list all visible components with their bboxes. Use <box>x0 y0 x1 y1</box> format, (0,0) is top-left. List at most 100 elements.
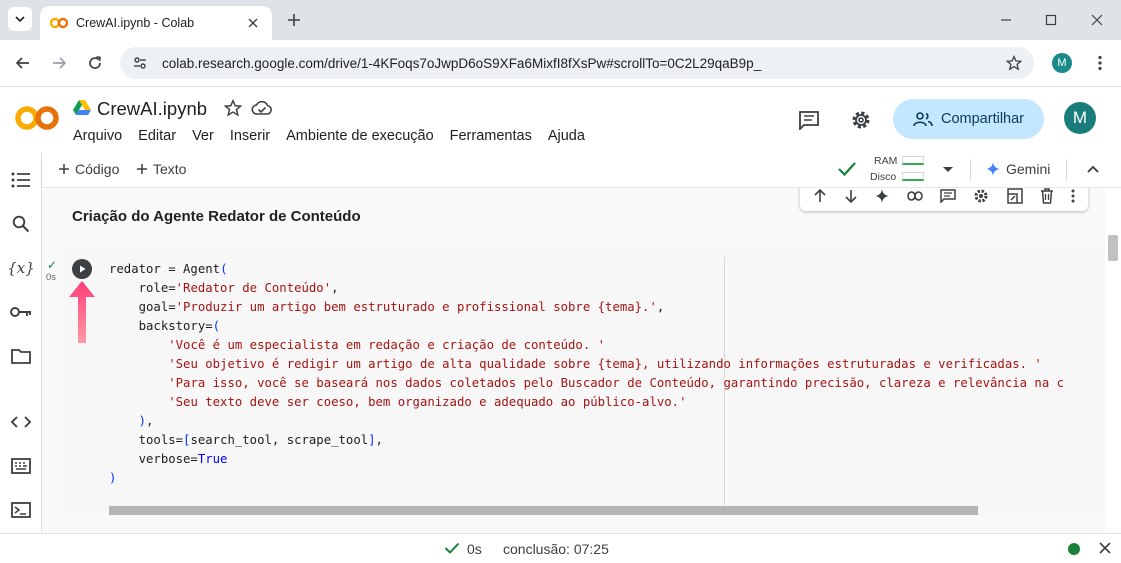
reload-icon[interactable] <box>84 52 106 74</box>
code-line: ) <box>109 471 117 485</box>
browser-tab-bar: CrewAI.ipynb - Colab <box>0 0 1121 40</box>
section-heading: Criação do Agente Redator de Conteúdo <box>72 208 361 225</box>
cell-toolbar <box>800 188 1088 211</box>
link-icon[interactable] <box>906 191 923 201</box>
browser-menu-kebab-icon[interactable] <box>1089 52 1111 74</box>
toolbar-divider <box>970 159 971 181</box>
gemini-label: Gemini <box>1006 161 1051 177</box>
table-of-contents-icon[interactable] <box>10 169 32 191</box>
code-line: 'Seu texto deve ser coeso, bem organizad… <box>168 395 687 409</box>
command-palette-icon[interactable] <box>10 455 32 477</box>
window-close-icon[interactable] <box>1087 10 1107 30</box>
terminal-icon[interactable] <box>10 499 32 521</box>
gemini-sparkle-icon[interactable] <box>875 189 890 203</box>
share-label: Compartilhar <box>941 111 1024 127</box>
status-duration: 0s <box>467 541 482 557</box>
menu-ferramentas[interactable]: Ferramentas <box>450 128 532 144</box>
browser-tab[interactable]: CrewAI.ipynb - Colab <box>40 6 272 40</box>
chevron-up-icon[interactable] <box>1086 162 1100 176</box>
runtime-dropdown-icon[interactable] <box>942 163 954 175</box>
code-line: verbose=True <box>109 452 228 466</box>
notebook-title[interactable]: CrewAI.ipynb <box>97 98 207 120</box>
menu-ambiente-execucao[interactable]: Ambiente de execução <box>286 128 434 144</box>
run-cell-play-icon[interactable] <box>72 259 92 279</box>
vertical-scrollbar-thumb[interactable] <box>1108 235 1118 261</box>
move-down-arrow-icon[interactable] <box>844 189 858 203</box>
forward-arrow-icon[interactable] <box>48 52 70 74</box>
star-icon[interactable] <box>224 99 242 117</box>
browser-toolbar: colab.research.google.com/drive/1-4KFoqs… <box>0 40 1121 87</box>
comments-icon[interactable] <box>797 108 821 132</box>
ram-label: RAM <box>874 155 898 167</box>
colab-header: CrewAI.ipynb Arquivo Editar Ver Inserir … <box>0 88 1121 152</box>
status-check-icon <box>444 542 460 554</box>
code-line: 'Seu objetivo é redigir um artigo de alt… <box>168 357 1042 371</box>
cloud-saved-icon[interactable] <box>251 99 273 117</box>
code-line: 'Você é um especialista em redação e cri… <box>168 338 606 352</box>
code-cell[interactable]: redator = Agent( role='Redator de Conteú… <box>62 249 1105 517</box>
comment-icon[interactable] <box>940 189 956 203</box>
status-completion: conclusão: 07:25 <box>503 541 609 557</box>
add-code-label: Código <box>75 161 120 177</box>
secrets-key-icon[interactable] <box>10 301 32 323</box>
address-bar[interactable]: colab.research.google.com/drive/1-4KFoqs… <box>120 47 1034 79</box>
plus-icon <box>59 164 69 174</box>
notebook-toolbar: Código Texto RAM Disco Gemini <box>42 152 1121 188</box>
menu-arquivo[interactable]: Arquivo <box>73 128 122 144</box>
files-folder-icon[interactable] <box>10 345 32 367</box>
ram-meter[interactable] <box>902 156 924 165</box>
url-text[interactable]: colab.research.google.com/drive/1-4KFoqs… <box>162 56 1006 71</box>
cell-settings-gear-icon[interactable] <box>973 188 989 204</box>
settings-gear-icon[interactable] <box>849 108 873 132</box>
google-drive-icon[interactable] <box>73 100 91 116</box>
execution-check-icon: ✓ <box>47 258 58 272</box>
menu-ver[interactable]: Ver <box>192 128 214 144</box>
mirror-cell-icon[interactable] <box>1006 188 1023 204</box>
menu-inserir[interactable]: Inserir <box>230 128 270 144</box>
code-line: redator = Agent( <box>109 262 228 276</box>
disk-meter[interactable] <box>902 172 924 181</box>
add-code-cell-button[interactable]: Código <box>58 161 119 177</box>
delete-trash-icon[interactable] <box>1040 188 1054 204</box>
code-snippets-icon[interactable] <box>10 411 32 433</box>
tab-title: CrewAI.ipynb - Colab <box>76 16 195 30</box>
share-button[interactable]: Compartilhar <box>893 99 1044 139</box>
new-tab-plus-icon[interactable] <box>284 10 304 30</box>
bookmark-star-icon[interactable] <box>1006 55 1022 71</box>
code-line: goal='Produzir um artigo bem estruturado… <box>109 300 665 314</box>
left-sidebar: {x} <box>0 152 42 532</box>
code-line: role='Redator de Conteúdo', <box>109 281 339 295</box>
gemini-button[interactable]: Gemini <box>986 161 1050 177</box>
connection-status-dot <box>1068 543 1080 555</box>
menu-ajuda[interactable]: Ajuda <box>548 128 585 144</box>
search-icon[interactable] <box>10 213 32 235</box>
close-status-icon[interactable] <box>1098 541 1112 555</box>
move-up-arrow-icon[interactable] <box>813 189 827 203</box>
colab-logo[interactable] <box>14 104 60 132</box>
maximize-icon[interactable] <box>1041 10 1061 30</box>
account-avatar[interactable]: M <box>1064 102 1096 134</box>
horizontal-scrollbar[interactable] <box>109 506 978 515</box>
connected-check-icon[interactable] <box>837 160 857 178</box>
menu-bar: Arquivo Editar Ver Inserir Ambiente de e… <box>73 128 585 144</box>
tab-close-icon[interactable] <box>244 14 262 32</box>
browser-profile-avatar[interactable]: M <box>1052 53 1072 73</box>
more-options-kebab-icon[interactable] <box>1071 189 1075 203</box>
pointer-arrow-icon <box>69 281 95 343</box>
execution-time: 0s <box>46 272 57 283</box>
status-bar: 0s conclusão: 07:25 <box>0 533 1121 563</box>
gemini-sparkle-icon <box>986 162 1000 176</box>
disk-label: Disco <box>870 171 897 183</box>
menu-editar[interactable]: Editar <box>138 128 176 144</box>
notebook-body: Criação do Agente Redator de Conteúdo ✓ … <box>42 188 1105 533</box>
minimize-icon[interactable] <box>996 10 1016 30</box>
add-text-cell-button[interactable]: Texto <box>136 161 186 177</box>
code-line: 'Para isso, você se baseará nos dados co… <box>168 376 1065 390</box>
code-line: backstory=( <box>109 319 221 333</box>
code-editor[interactable]: redator = Agent( role='Redator de Conteú… <box>109 260 1064 488</box>
site-settings-icon[interactable] <box>132 55 148 71</box>
variables-icon[interactable]: {x} <box>7 257 35 279</box>
tab-search-chevron-icon[interactable] <box>8 7 32 31</box>
toolbar-divider <box>1066 159 1067 181</box>
back-arrow-icon[interactable] <box>12 52 34 74</box>
